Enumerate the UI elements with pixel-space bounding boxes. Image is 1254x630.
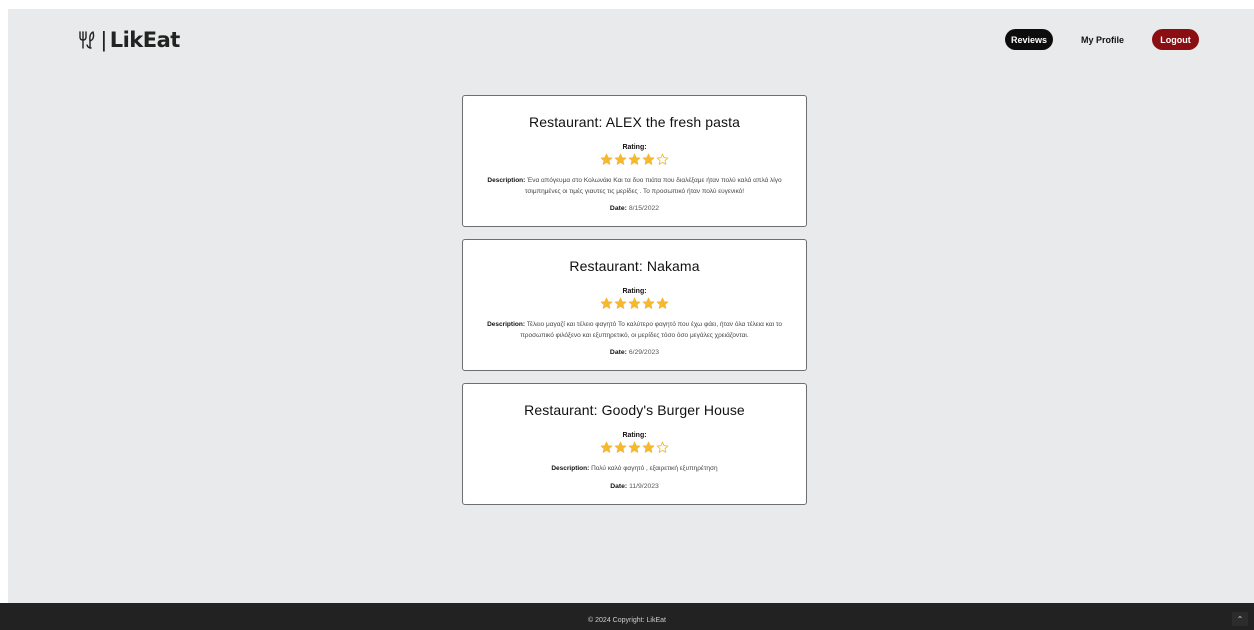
rating-label: Rating: xyxy=(622,144,647,151)
scroll-to-top-button[interactable]: ⌃ xyxy=(1232,612,1248,626)
chevron-up-icon: ⌃ xyxy=(1236,614,1244,624)
date-label: Date: xyxy=(610,482,628,490)
rating-stars xyxy=(479,441,790,455)
review-card: Restaurant: Goody's Burger House Rating:… xyxy=(462,383,807,505)
date-label: Date: xyxy=(609,205,627,212)
fork-knife-icon xyxy=(79,31,95,49)
star-filled-icon xyxy=(642,153,655,165)
star-filled-icon xyxy=(600,297,613,309)
star-filled-icon xyxy=(628,153,641,165)
review-description: Description: Ένα απόγευμα στο Κολωνάκι Κ… xyxy=(479,176,790,197)
star-filled-icon xyxy=(628,297,641,309)
reviews-list: Restaurant: ALEX the fresh pasta Rating:… xyxy=(462,95,807,517)
copyright-text: © 2024 Copyright: LikEat xyxy=(588,617,666,624)
star-filled-icon xyxy=(614,153,627,165)
review-title: Restaurant: Nakama xyxy=(569,258,700,274)
my-profile-link[interactable]: My Profile xyxy=(1081,29,1124,50)
description-label: Description: xyxy=(487,177,526,184)
description-label: Description: xyxy=(487,321,525,328)
reviews-button[interactable]: Reviews xyxy=(1004,29,1053,50)
review-description: Description: Πολύ καλό φαγητό , εξαιρετι… xyxy=(479,464,790,475)
brand-separator: | xyxy=(101,27,107,52)
date-value: 11/9/2023 xyxy=(629,482,659,490)
logout-button[interactable]: Logout xyxy=(1152,29,1199,50)
star-filled-icon xyxy=(642,441,655,453)
date-value: 8/15/2022 xyxy=(628,205,660,212)
description-text: Ένα απόγευμα στο Κολωνάκι Και τα δυο πιά… xyxy=(524,177,782,195)
star-filled-icon xyxy=(614,441,627,453)
star-filled-icon xyxy=(656,297,669,309)
star-filled-icon xyxy=(600,441,613,453)
rating-label: Rating: xyxy=(622,288,647,295)
brand-logo[interactable]: | LikEat xyxy=(78,27,180,53)
review-card: Restaurant: Nakama Rating: Description: … xyxy=(462,239,807,371)
review-description: Description: Τέλειο μαγαζί και τέλειο φα… xyxy=(479,320,790,341)
review-title: Restaurant: ALEX the fresh pasta xyxy=(529,114,740,130)
rating-stars xyxy=(479,297,790,311)
date-value: 6/29/2023 xyxy=(628,349,660,356)
description-label: Description: xyxy=(551,465,590,472)
star-filled-icon xyxy=(600,153,613,165)
nav-links: Reviews My Profile Logout xyxy=(1004,29,1199,50)
date-label: Date: xyxy=(609,349,627,356)
review-title: Restaurant: Goody's Burger House xyxy=(524,402,745,418)
star-filled-icon xyxy=(628,441,641,453)
rating-stars xyxy=(479,153,790,167)
footer: © 2024 Copyright: LikEat xyxy=(0,603,1254,630)
review-date: Date: 11/9/2023 xyxy=(479,483,790,490)
review-date: Date: 8/15/2022 xyxy=(479,205,790,212)
description-text: Τέλειο μαγαζί και τέλειο φαγητό Το καλύτ… xyxy=(520,321,782,339)
star-filled-icon xyxy=(642,297,655,309)
review-date: Date: 6/29/2023 xyxy=(479,349,790,356)
page-background: | LikEat Reviews My Profile Logout Resta… xyxy=(8,9,1254,630)
rating-label: Rating: xyxy=(622,432,647,439)
navbar: | LikEat Reviews My Profile Logout xyxy=(8,9,1254,71)
brand-name: LikEat xyxy=(109,28,181,52)
star-filled-icon xyxy=(614,297,627,309)
star-empty-icon xyxy=(656,441,669,453)
review-card: Restaurant: ALEX the fresh pasta Rating:… xyxy=(462,95,807,227)
star-empty-icon xyxy=(656,153,669,165)
description-text: Πολύ καλό φαγητό , εξαιρετική εξυπηρέτησ… xyxy=(591,465,718,472)
